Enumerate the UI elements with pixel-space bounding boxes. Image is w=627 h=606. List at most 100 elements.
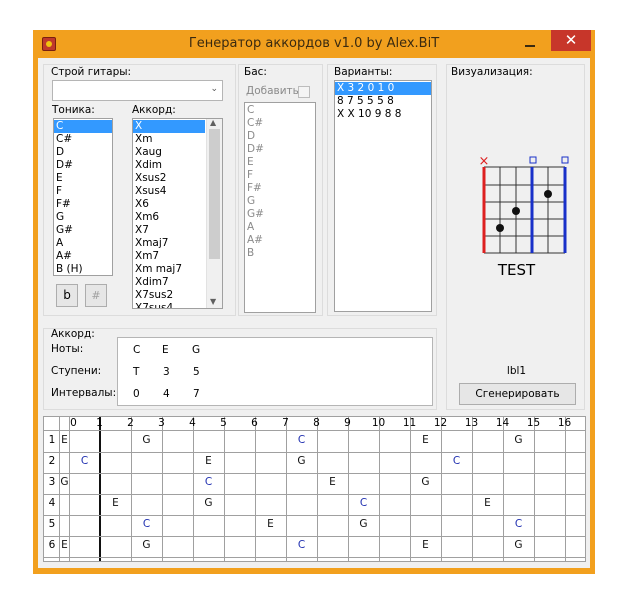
chord-item[interactable]: Xm maj7 xyxy=(133,263,205,276)
scroll-thumb[interactable] xyxy=(209,129,220,259)
fret-note[interactable]: E xyxy=(410,539,441,551)
tonic-label: Тоника: xyxy=(52,104,95,116)
chord-list-scrollbar[interactable]: ▲ ▼ xyxy=(206,119,222,308)
chord-item[interactable]: X7sus4 xyxy=(133,302,205,308)
tonic-item[interactable]: D xyxy=(54,146,112,159)
scroll-down-icon[interactable]: ▼ xyxy=(210,297,216,306)
fret-note[interactable]: E xyxy=(472,497,503,509)
variants-list[interactable]: X 3 2 0 1 08 7 5 5 5 8X X 10 9 8 8 xyxy=(334,80,432,312)
fret-header: 9 xyxy=(344,417,351,429)
tonic-item[interactable]: C xyxy=(54,120,112,133)
tonic-item[interactable]: C# xyxy=(54,133,112,146)
fret-note[interactable]: E xyxy=(193,455,224,467)
fret-note[interactable]: C xyxy=(131,518,162,530)
fret-note[interactable]: C xyxy=(441,455,472,467)
fret-note[interactable]: G xyxy=(131,539,162,551)
fret-note[interactable]: E xyxy=(255,518,286,530)
tonic-item[interactable]: E xyxy=(54,172,112,185)
tonic-item[interactable]: A# xyxy=(54,250,112,263)
fret-note[interactable]: G xyxy=(503,434,534,446)
fret-note[interactable]: G xyxy=(60,476,69,488)
variant-item[interactable]: 8 7 5 5 5 8 xyxy=(335,95,431,108)
fret-note[interactable]: C xyxy=(348,497,379,509)
bass-item[interactable]: E xyxy=(245,156,315,169)
fret-header: 4 xyxy=(189,417,196,429)
fret-note[interactable]: G xyxy=(503,539,534,551)
bass-add-checkbox[interactable] xyxy=(298,86,310,98)
fret-note[interactable]: E xyxy=(60,539,69,551)
chord-item[interactable]: Xm xyxy=(133,133,205,146)
tonic-item[interactable]: F xyxy=(54,185,112,198)
tonic-item[interactable]: D# xyxy=(54,159,112,172)
chord-item[interactable]: Xsus2 xyxy=(133,172,205,185)
minimize-button[interactable] xyxy=(517,34,543,52)
fret-note[interactable]: E xyxy=(100,497,131,509)
fret-note[interactable]: E xyxy=(60,434,69,446)
tuning-label: Строй гитары: xyxy=(51,66,132,78)
string-header: 6 xyxy=(48,539,56,551)
fret-line xyxy=(317,417,318,561)
title-bar[interactable]: Генератор аккордов v1.0 by Alex.BiT ✕ xyxy=(33,30,595,58)
bass-item[interactable]: G xyxy=(245,195,315,208)
tonic-item[interactable]: F# xyxy=(54,198,112,211)
fret-note[interactable]: G xyxy=(410,476,441,488)
chord-item[interactable]: X6 xyxy=(133,198,205,211)
chord-item[interactable]: Xdim xyxy=(133,159,205,172)
tonic-item[interactable]: B (H) xyxy=(54,263,112,275)
fret-note[interactable]: G xyxy=(348,518,379,530)
interval-1: 0 xyxy=(133,388,140,400)
scroll-up-icon[interactable]: ▲ xyxy=(210,119,216,127)
string-header: 2 xyxy=(48,455,56,467)
fret-line xyxy=(348,417,349,561)
tonic-list[interactable]: C C# D D# E F F# G G# A A# B (H) xyxy=(53,118,113,276)
bass-item[interactable]: F# xyxy=(245,182,315,195)
bass-item[interactable]: D# xyxy=(245,143,315,156)
tuning-combobox[interactable]: ⌄ xyxy=(52,80,223,101)
fret-note[interactable]: C xyxy=(69,455,100,467)
close-button[interactable]: ✕ xyxy=(551,30,591,51)
chord-item[interactable]: Xm6 xyxy=(133,211,205,224)
fret-note[interactable]: G xyxy=(286,455,317,467)
fret-note[interactable]: E xyxy=(317,476,348,488)
fret-note[interactable]: C xyxy=(286,539,317,551)
flat-button[interactable]: b xyxy=(56,284,78,307)
string-header: 4 xyxy=(48,497,56,509)
chord-item[interactable]: Xm7 xyxy=(133,250,205,263)
fret-header: 13 xyxy=(464,417,479,429)
chord-item[interactable]: Xsus4 xyxy=(133,185,205,198)
fret-note[interactable]: C xyxy=(193,476,224,488)
bass-item[interactable]: C# xyxy=(245,117,315,130)
variant-item[interactable]: X 3 2 0 1 0 xyxy=(335,82,431,95)
chord-item[interactable]: X xyxy=(133,120,205,133)
chord-item[interactable]: X7sus2 xyxy=(133,289,205,302)
fretboard-table[interactable]: 0 1 2 3 4 5 6 7 8 9 10 11 12 13 14 15 16 1 2 3 4 5 6 E G C E G C E G C G… xyxy=(43,416,586,562)
bass-item[interactable]: A xyxy=(245,221,315,234)
fret-note[interactable]: G xyxy=(131,434,162,446)
bass-item[interactable]: F xyxy=(245,169,315,182)
chord-list[interactable]: X Xm Xaug Xdim Xsus2 Xsus4 X6 Xm6 X7 Xmaj7 Xm7 Xm m… xyxy=(132,118,223,309)
generate-button[interactable]: Сгенерировать xyxy=(459,383,576,405)
bass-list[interactable]: C C# D D# E F F# G G# A A# B xyxy=(244,102,316,313)
sharp-button[interactable]: # xyxy=(85,284,107,307)
fret-line xyxy=(565,417,566,561)
chevron-down-icon[interactable]: ⌄ xyxy=(210,84,218,94)
fret-header: 6 xyxy=(251,417,258,429)
tonic-item[interactable]: G# xyxy=(54,224,112,237)
bass-item[interactable]: A# xyxy=(245,234,315,247)
chord-item[interactable]: X7 xyxy=(133,224,205,237)
fret-note[interactable]: C xyxy=(503,518,534,530)
fret-note[interactable]: C xyxy=(286,434,317,446)
bass-label: Бас: xyxy=(244,66,267,78)
fret-note[interactable]: E xyxy=(410,434,441,446)
chord-item[interactable]: Xaug xyxy=(133,146,205,159)
variant-item[interactable]: X X 10 9 8 8 xyxy=(335,108,431,121)
chord-item[interactable]: Xmaj7 xyxy=(133,237,205,250)
tonic-item[interactable]: A xyxy=(54,237,112,250)
bass-item[interactable]: B xyxy=(245,247,315,260)
bass-item[interactable]: C xyxy=(245,104,315,117)
bass-item[interactable]: G# xyxy=(245,208,315,221)
tonic-item[interactable]: G xyxy=(54,211,112,224)
fret-note[interactable]: G xyxy=(193,497,224,509)
chord-item[interactable]: Xdim7 xyxy=(133,276,205,289)
bass-item[interactable]: D xyxy=(245,130,315,143)
